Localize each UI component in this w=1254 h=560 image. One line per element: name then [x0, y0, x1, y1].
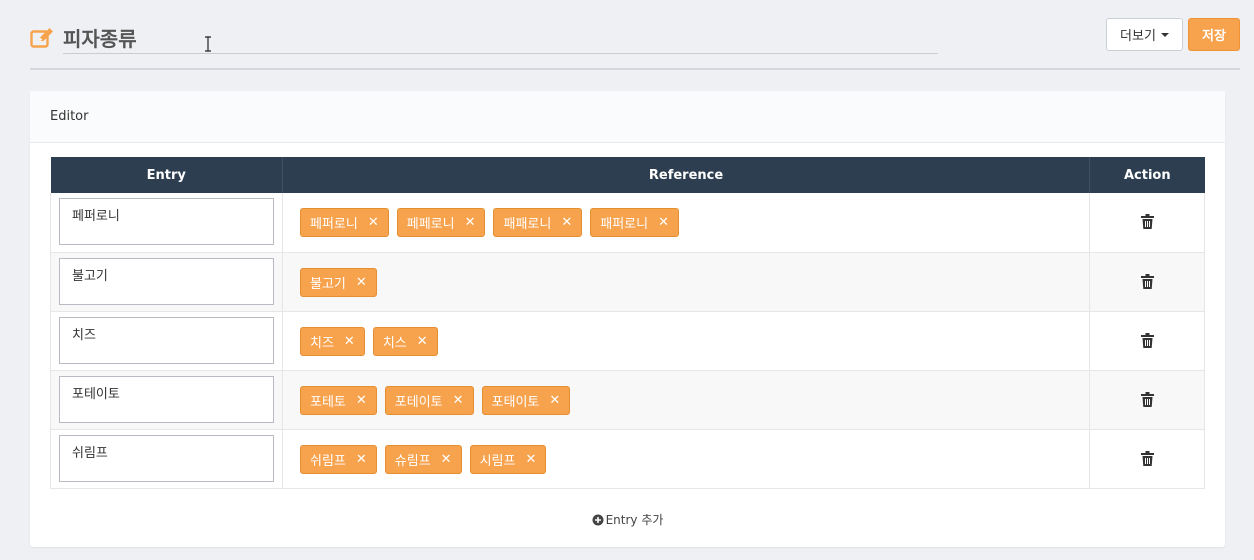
- reference-tag: 치즈 ✕: [299, 326, 365, 356]
- reference-tag: 패패로니 ✕: [493, 208, 583, 237]
- table-row: 불고기 불고기 ✕: [50, 252, 1205, 312]
- text-cursor-icon: [205, 36, 211, 52]
- reference-tag-label: 패패로니: [503, 217, 552, 232]
- close-icon[interactable]: ✕: [368, 216, 379, 229]
- card-title: Editor: [30, 91, 1225, 143]
- reference-tag: 슈림프 ✕: [384, 444, 462, 474]
- header-divider: [30, 68, 1240, 70]
- reference-tag-list: 불고기 ✕: [283, 253, 1089, 297]
- reference-tag-label: 치스: [382, 335, 407, 351]
- reference-tag-list: 치즈 ✕ 치스 ✕: [283, 312, 1089, 356]
- trash-icon[interactable]: [1140, 450, 1154, 466]
- reference-tag: 포태이토 ✕: [481, 385, 571, 415]
- table-row: 페퍼로니 페퍼로니 ✕ 페페로니 ✕ 패패로니 ✕ 패퍼로니 ✕: [50, 193, 1205, 253]
- reference-tag-label: 불고기: [309, 276, 346, 292]
- close-icon[interactable]: ✕: [356, 453, 367, 466]
- trash-icon[interactable]: [1140, 391, 1154, 407]
- action-cell: [1089, 429, 1205, 489]
- entry-input[interactable]: 페퍼로니: [59, 198, 274, 245]
- trash-icon[interactable]: [1140, 332, 1154, 348]
- save-button[interactable]: 저장: [1188, 18, 1240, 51]
- reference-tag-label: 포태이토: [491, 394, 540, 410]
- close-icon[interactable]: ✕: [356, 394, 367, 407]
- action-cell: [1089, 311, 1205, 371]
- reference-cell: 포테토 ✕ 포테이토 ✕ 포태이토 ✕: [282, 370, 1091, 430]
- more-button[interactable]: 더보기: [1106, 18, 1183, 51]
- trash-icon[interactable]: [1140, 214, 1154, 229]
- plus-circle-icon: [592, 514, 604, 525]
- entry-input[interactable]: 불고기: [59, 257, 274, 305]
- column-header-action: Action: [1089, 157, 1205, 193]
- reference-tag: 치스 ✕: [372, 326, 438, 356]
- close-icon[interactable]: ✕: [344, 335, 355, 348]
- reference-cell: 페퍼로니 ✕ 페페로니 ✕ 패패로니 ✕ 패퍼로니 ✕: [282, 193, 1091, 253]
- reference-tag-label: 패퍼로니: [600, 217, 649, 232]
- page-header: 더보기 저장: [30, 18, 1240, 70]
- close-icon[interactable]: ✕: [465, 216, 476, 229]
- close-icon[interactable]: ✕: [356, 276, 367, 289]
- entry-table: Entry Reference Action 페퍼로니 페퍼로니 ✕ 페페로니 ✕ 패패로…: [50, 157, 1205, 489]
- reference-tag-list: 쉬림프 ✕ 슈림프 ✕ 시림프 ✕: [283, 430, 1089, 474]
- reference-tag: 패퍼로니 ✕: [590, 208, 679, 237]
- column-header-entry: Entry: [50, 157, 283, 193]
- action-cell: [1089, 193, 1205, 253]
- more-button-label: 더보기: [1120, 29, 1156, 44]
- caret-down-icon: [1160, 32, 1169, 37]
- edit-icon: [30, 28, 53, 48]
- reference-tag-list: 페퍼로니 ✕ 페페로니 ✕ 패패로니 ✕ 패퍼로니 ✕: [283, 193, 1089, 237]
- table-row: 치즈 치즈 ✕ 치스 ✕: [50, 311, 1205, 371]
- reference-tag-label: 치즈: [309, 335, 334, 351]
- trash-icon[interactable]: [1140, 273, 1154, 289]
- reference-tag-label: 페페로니: [406, 217, 455, 232]
- action-cell: [1089, 252, 1205, 312]
- reference-tag-list: 포테토 ✕ 포테이토 ✕ 포태이토 ✕: [283, 371, 1089, 415]
- entry-input[interactable]: 쉬림프: [59, 434, 274, 482]
- action-cell: [1089, 370, 1205, 430]
- reference-tag-label: 포테이토: [394, 394, 443, 410]
- reference-tag-label: 페퍼로니: [309, 217, 358, 232]
- entry-cell: 페퍼로니: [50, 193, 283, 253]
- reference-tag-label: 포테토: [309, 394, 346, 410]
- reference-tag: 포테이토 ✕: [384, 385, 474, 415]
- entry-input[interactable]: 치즈: [59, 316, 274, 364]
- reference-tag: 페페로니 ✕: [396, 208, 486, 237]
- reference-tag: 페퍼로니 ✕: [299, 208, 389, 237]
- add-entry-label: Entry 추가: [605, 513, 664, 527]
- column-header-reference: Reference: [282, 157, 1091, 193]
- close-icon[interactable]: ✕: [658, 216, 669, 229]
- entry-cell: 쉬림프: [50, 429, 283, 489]
- close-icon[interactable]: ✕: [525, 453, 536, 466]
- close-icon[interactable]: ✕: [561, 216, 572, 229]
- reference-cell: 치즈 ✕ 치스 ✕: [282, 311, 1091, 371]
- table-row: 포테이토 포테토 ✕ 포테이토 ✕ 포태이토 ✕: [50, 370, 1205, 430]
- entry-cell: 치즈: [50, 311, 283, 371]
- reference-cell: 불고기 ✕: [282, 252, 1091, 312]
- close-icon[interactable]: ✕: [417, 335, 428, 348]
- entry-input[interactable]: 포테이토: [59, 375, 274, 423]
- close-icon[interactable]: ✕: [453, 394, 464, 407]
- reference-tag: 시림프 ✕: [469, 444, 547, 474]
- add-entry-button[interactable]: Entry 추가: [30, 511, 1225, 528]
- entry-cell: 포테이토: [50, 370, 283, 430]
- reference-tag-label: 시림프: [479, 453, 516, 469]
- reference-cell: 쉬림프 ✕ 슈림프 ✕ 시림프 ✕: [282, 429, 1091, 489]
- entry-cell: 불고기: [50, 252, 283, 312]
- reference-tag-label: 슈림프: [394, 453, 431, 469]
- title-input[interactable]: [63, 22, 938, 54]
- close-icon[interactable]: ✕: [441, 453, 452, 466]
- reference-tag: 불고기 ✕: [299, 267, 377, 297]
- reference-tag-label: 쉬림프: [309, 453, 346, 469]
- table-row: 쉬림프 쉬림프 ✕ 슈림프 ✕ 시림프 ✕: [50, 429, 1205, 489]
- reference-tag: 포테토 ✕: [299, 385, 377, 415]
- reference-tag: 쉬림프 ✕: [299, 444, 377, 474]
- close-icon[interactable]: ✕: [549, 394, 560, 407]
- editor-card: Editor Entry Reference Action 페퍼로니 페퍼로니 ✕ 페…: [30, 91, 1225, 547]
